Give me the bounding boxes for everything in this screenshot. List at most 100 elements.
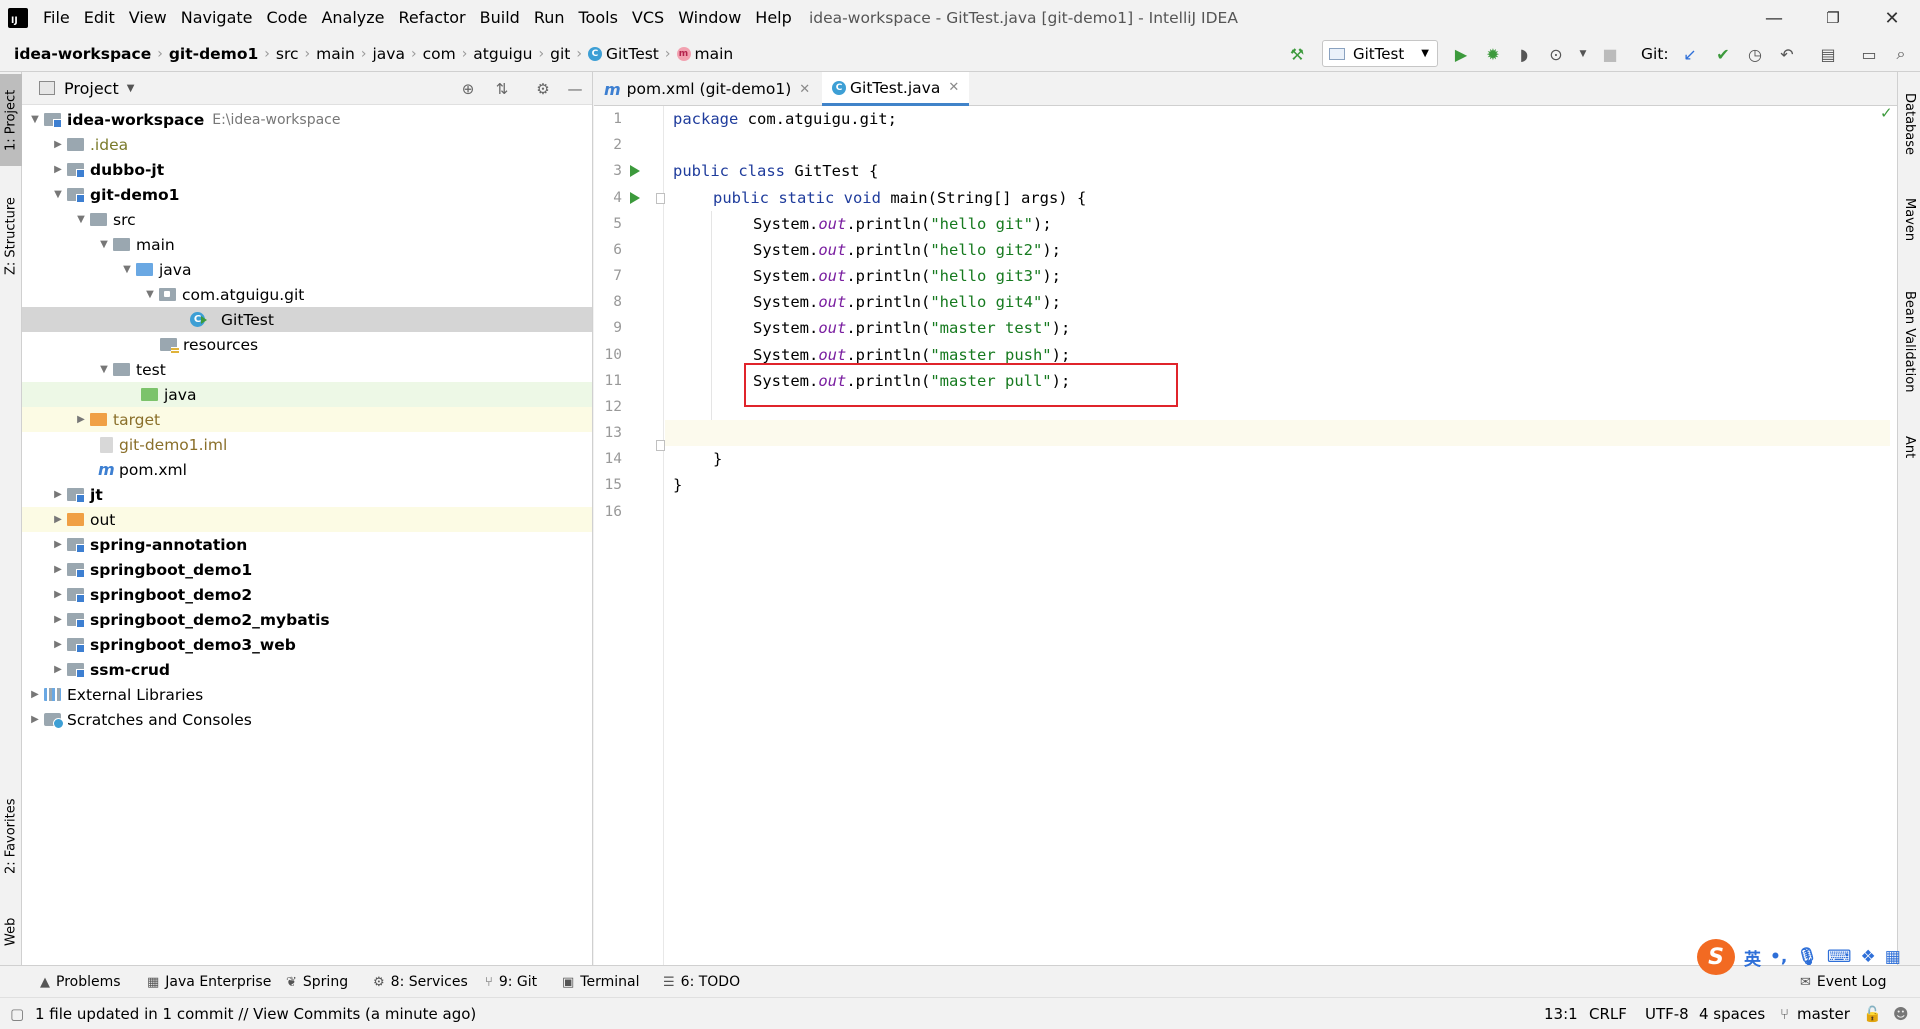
close-tab-icon[interactable]: ✕ [799, 82, 810, 97]
collapsed-arrow-icon[interactable]: ▶ [49, 539, 67, 550]
bottom-tab-java-enterprise[interactable]: ▦ Java Enterprise [147, 966, 271, 998]
bottom-tab-git[interactable]: ⑂ 9: Git [485, 966, 537, 998]
tree-item-resources[interactable]: resources [22, 332, 592, 357]
tree-item-springboot-demo2-mybatis[interactable]: ▶ springboot_demo2_mybatis [22, 607, 592, 632]
git-history-icon[interactable]: ◷ [1742, 41, 1768, 67]
ime-voice-icon[interactable]: 🎙 [1796, 947, 1818, 967]
fold-icon[interactable] [656, 440, 665, 451]
bottom-tab-services[interactable]: ⚙ 8: Services [373, 966, 468, 998]
menu-run[interactable]: Run [527, 0, 572, 36]
breadcrumb-method[interactable]: m main [673, 45, 738, 63]
collapsed-arrow-icon[interactable]: ▶ [49, 614, 67, 625]
profile-dropdown-icon[interactable]: ▼ [1570, 41, 1596, 67]
tree-item-jt[interactable]: ▶ jt [22, 482, 592, 507]
indent-setting[interactable]: 4 spaces [1699, 998, 1765, 1029]
tool-tab-bean-validation[interactable]: Bean Validation [1898, 277, 1920, 407]
breadcrumb-item[interactable]: git-demo1 [165, 45, 262, 63]
inspector-icon[interactable]: ☻ [1893, 998, 1909, 1029]
collapsed-arrow-icon[interactable]: ▶ [49, 489, 67, 500]
collapsed-arrow-icon[interactable]: ▶ [49, 514, 67, 525]
menu-window[interactable]: Window [671, 0, 748, 36]
git-rollback-icon[interactable]: ↶ [1774, 41, 1800, 67]
breadcrumb-item[interactable]: src [272, 45, 303, 63]
menu-vcs[interactable]: VCS [625, 0, 671, 36]
collapsed-arrow-icon[interactable]: ▶ [26, 714, 44, 725]
caret-position[interactable]: 13:1 [1544, 998, 1578, 1029]
run-configuration-select[interactable]: GitTest ▼ [1322, 40, 1438, 67]
menu-tools[interactable]: Tools [572, 0, 625, 36]
menu-analyze[interactable]: Analyze [314, 0, 391, 36]
ime-language-toggle[interactable]: 英 [1744, 945, 1761, 970]
close-tab-icon[interactable]: ✕ [948, 80, 959, 95]
ime-skin-icon[interactable]: ❖ [1860, 947, 1875, 967]
debug-icon[interactable]: ✹ [1480, 41, 1506, 67]
bottom-tab-problems[interactable]: ▲ Problems [40, 966, 121, 998]
profile-icon[interactable]: ⊙ [1543, 41, 1569, 67]
tree-item-spring-annotation[interactable]: ▶ spring-annotation [22, 532, 592, 557]
code-editor[interactable]: package com.atguigu.git; public class Gi… [665, 106, 1890, 965]
git-commit-icon[interactable]: ✔ [1710, 41, 1736, 67]
expanded-arrow-icon[interactable]: ▼ [118, 264, 136, 275]
collapsed-arrow-icon[interactable]: ▶ [49, 164, 67, 175]
tree-item-target[interactable]: ▶ target [22, 407, 592, 432]
expanded-arrow-icon[interactable]: ▼ [95, 364, 113, 375]
coverage-icon[interactable]: ◗ [1511, 41, 1537, 67]
tree-item-springboot-demo2[interactable]: ▶ springboot_demo2 [22, 582, 592, 607]
stop-icon[interactable]: ■ [1597, 41, 1623, 67]
menu-refactor[interactable]: Refactor [392, 0, 473, 36]
fold-icon[interactable] [656, 193, 665, 204]
toolbox-icon[interactable]: ▭ [1856, 41, 1882, 67]
close-window-button[interactable]: ✕ [1864, 0, 1920, 36]
tab-pom-xml[interactable]: m pom.xml (git-demo1) ✕ [594, 72, 820, 106]
bottom-tab-terminal[interactable]: ▣ Terminal [562, 966, 639, 998]
git-update-icon[interactable]: ↙ [1677, 41, 1703, 67]
chevron-down-icon[interactable]: ▼ [127, 83, 135, 94]
tree-item-test-java[interactable]: java [22, 382, 592, 407]
run-icon[interactable]: ▶ [1448, 41, 1474, 67]
expanded-arrow-icon[interactable]: ▼ [49, 189, 67, 200]
tool-tab-ant[interactable]: Ant [1898, 422, 1920, 472]
tree-item-gittest[interactable]: C GitTest [22, 307, 592, 332]
tool-tab-project[interactable]: 1: Project [0, 74, 22, 166]
tree-item-test[interactable]: ▼ test [22, 357, 592, 382]
collapsed-arrow-icon[interactable]: ▶ [49, 589, 67, 600]
line-separator[interactable]: CRLF [1589, 998, 1627, 1029]
tree-item-external-libraries[interactable]: ▶ External Libraries [22, 682, 592, 707]
collapsed-arrow-icon[interactable]: ▶ [49, 639, 67, 650]
menu-code[interactable]: Code [260, 0, 315, 36]
tree-item-iml[interactable]: git-demo1.iml [22, 432, 592, 457]
gear-icon[interactable]: ⚙ [532, 78, 554, 100]
sogou-ime-logo-icon[interactable]: S [1697, 939, 1735, 975]
inspection-ok-check-icon[interactable]: ✓ [1880, 104, 1893, 122]
tree-item-scratches[interactable]: ▶ Scratches and Consoles [22, 707, 592, 732]
expanded-arrow-icon[interactable]: ▼ [26, 114, 44, 125]
project-panel-title[interactable]: Project [64, 79, 119, 98]
breadcrumb-class[interactable]: C GitTest [584, 45, 663, 63]
tool-tab-database[interactable]: Database [1898, 84, 1920, 164]
tool-tab-favorites[interactable]: 2: Favorites [0, 780, 22, 892]
tree-item-idea-workspace[interactable]: ▼ idea-workspace E:\idea-workspace [22, 107, 592, 132]
tree-item-springboot-demo1[interactable]: ▶ springboot_demo1 [22, 557, 592, 582]
project-structure-icon[interactable]: ▤ [1815, 41, 1841, 67]
build-hammer-icon[interactable]: ⚒ [1284, 41, 1310, 67]
breadcrumb-item[interactable]: com [419, 45, 460, 63]
collapsed-arrow-icon[interactable]: ▶ [72, 414, 90, 425]
menu-build[interactable]: Build [473, 0, 527, 36]
tree-item-main[interactable]: ▼ main [22, 232, 592, 257]
ime-keyboard-icon[interactable]: ⌨ [1827, 947, 1852, 967]
run-method-gutter-icon[interactable] [630, 192, 640, 204]
minimize-button[interactable]: — [1746, 0, 1802, 36]
collapsed-arrow-icon[interactable]: ▶ [49, 139, 67, 150]
tree-item-main-java[interactable]: ▼ java [22, 257, 592, 282]
locate-file-icon[interactable]: ⊕ [457, 78, 479, 100]
collapsed-arrow-icon[interactable]: ▶ [49, 664, 67, 675]
ime-menu-icon[interactable]: ▦ [1885, 947, 1901, 967]
file-encoding[interactable]: UTF-8 [1645, 998, 1689, 1029]
status-toggle-icon[interactable]: ▢ [10, 998, 24, 1029]
search-icon[interactable]: ⌕ [1888, 41, 1914, 67]
tab-gittest-java[interactable]: C GitTest.java ✕ [822, 72, 970, 106]
expanded-arrow-icon[interactable]: ▼ [95, 239, 113, 250]
tree-item-git-demo1[interactable]: ▼ git-demo1 [22, 182, 592, 207]
breadcrumb-item[interactable]: atguigu [469, 45, 536, 63]
tree-item-out[interactable]: ▶ out [22, 507, 592, 532]
